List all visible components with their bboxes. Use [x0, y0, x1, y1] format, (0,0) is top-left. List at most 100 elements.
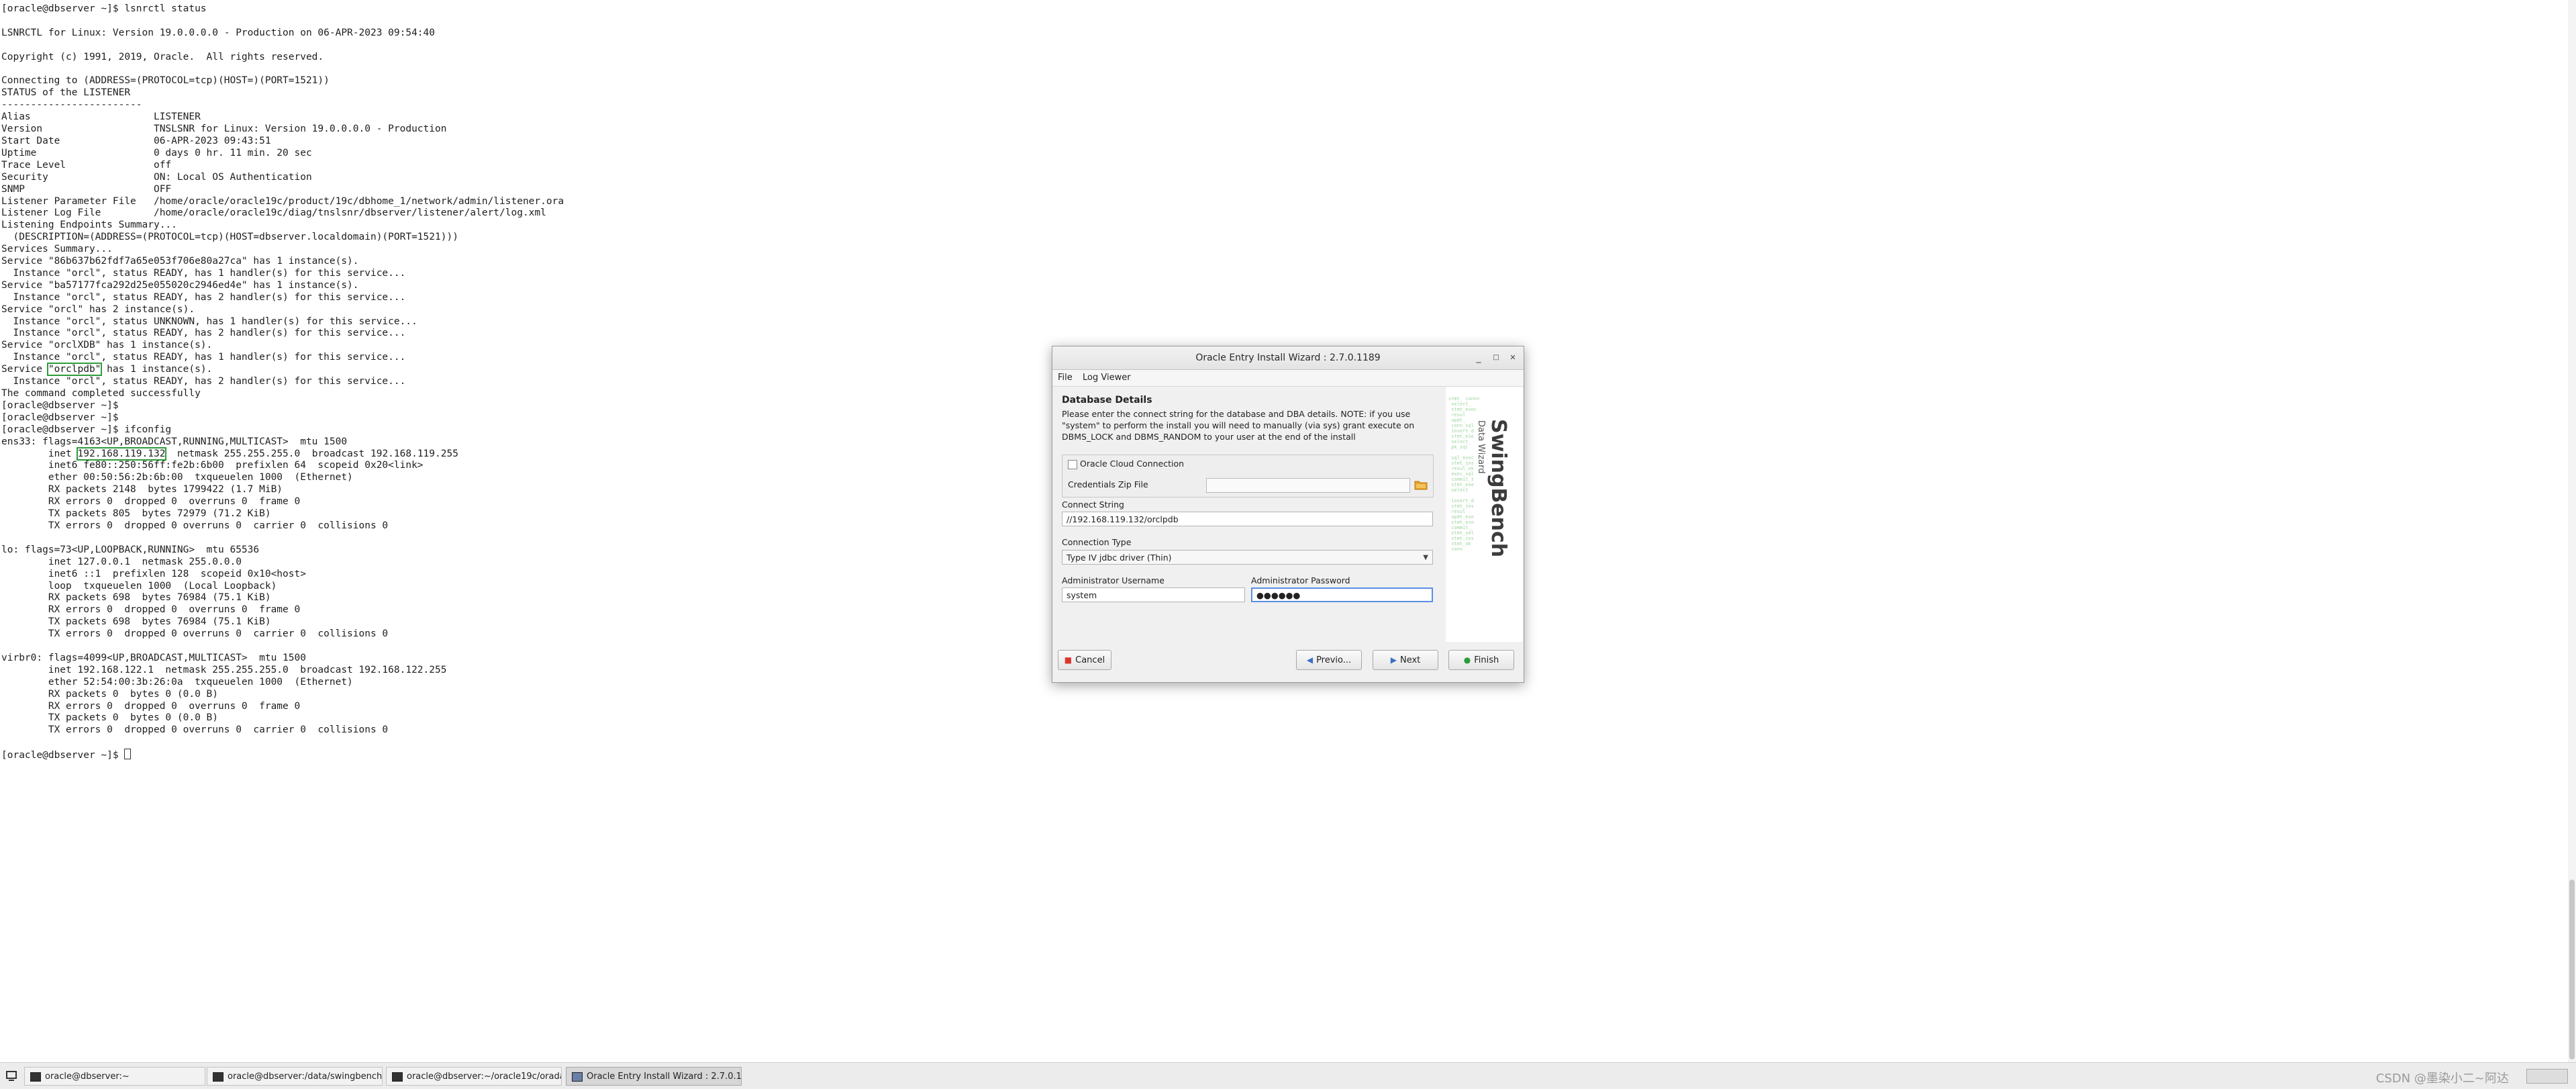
terminal-line: Trace Level off — [1, 159, 172, 171]
terminal-line: Service "orclpdb" has 1 instance(s). — [1, 363, 213, 377]
terminal-line: TX errors 0 dropped 0 overruns 0 carrier… — [1, 724, 389, 736]
terminal-line: virbr0: flags=4099<UP,BROADCAST,MULTICAS… — [1, 652, 306, 663]
terminal-line: Instance "orcl", status READY, has 2 han… — [1, 291, 406, 303]
finish-button[interactable]: ● Finish — [1448, 650, 1514, 670]
terminal-icon — [30, 1072, 41, 1082]
finish-label: Finish — [1474, 655, 1499, 665]
maximize-icon[interactable]: □ — [1489, 351, 1503, 365]
terminal-line: RX errors 0 dropped 0 overruns 0 frame 0 — [1, 604, 301, 616]
forward-arrow-icon: ▶ — [1390, 655, 1397, 665]
terminal-line: [oracle@dbserver ~]$ lsnrctl status — [1, 3, 207, 14]
previous-label: Previo... — [1316, 655, 1352, 665]
terminal-line: Version TNSLSNR for Linux: Version 19.0.… — [1, 124, 447, 135]
terminal-line: [oracle@dbserver ~]$ — [1, 412, 119, 423]
highlight-box: 192.168.119.132 — [76, 446, 167, 461]
terminal-line: STATUS of the LISTENER — [1, 87, 131, 99]
finish-icon: ● — [1463, 655, 1471, 665]
terminal-line: (DESCRIPTION=(ADDRESS=(PROTOCOL=tcp)(HOS… — [1, 232, 458, 243]
terminal-scrollbar[interactable] — [2568, 0, 2576, 1062]
dialog-menubar: File Log Viewer — [1052, 370, 1524, 387]
next-button[interactable]: ▶ Next — [1373, 650, 1438, 670]
terminal-line: Security ON: Local OS Authentication — [1, 171, 312, 183]
credentials-zip-input[interactable] — [1206, 478, 1410, 493]
next-label: Next — [1399, 655, 1421, 665]
connect-string-input[interactable]: //192.168.119.132/orclpdb — [1062, 512, 1433, 526]
terminal-line: Services Summary... — [1, 244, 113, 255]
terminal-line: [oracle@dbserver ~]$ — [1, 750, 125, 761]
terminal-line: TX packets 0 bytes 0 (0.0 B) — [1, 712, 219, 724]
dialog-content: Database Details Please enter the connec… — [1052, 387, 1446, 642]
connection-type-value: Type IV jdbc driver (Thin) — [1067, 553, 1172, 563]
terminal-line: inet6 fe80::250:56ff:fe2b:6b00 prefixlen… — [1, 460, 424, 471]
menu-log-viewer[interactable]: Log Viewer — [1083, 373, 1131, 383]
dialog-footer: ■ Cancel ◀ Previo... ▶ Next ● Finish — [1052, 643, 1524, 682]
menu-file[interactable]: File — [1058, 373, 1073, 383]
terminal-line: ens33: flags=4163<UP,BROADCAST,RUNNING,M… — [1, 436, 348, 447]
dialog-titlebar[interactable]: Oracle Entry Install Wizard : 2.7.0.1189… — [1052, 346, 1524, 370]
terminal-cursor — [124, 749, 132, 760]
terminal-scrollbar-thumb[interactable] — [2569, 880, 2575, 1059]
taskbar-item-install-wizard[interactable]: Oracle Entry Install Wizard : 2.7.0.1... — [566, 1067, 742, 1086]
back-arrow-icon: ◀ — [1306, 655, 1314, 665]
admin-username-input[interactable]: system — [1062, 587, 1245, 602]
taskbar-item-label: oracle@dbserver:~ — [45, 1072, 130, 1082]
taskbar-item-terminal-swingbench[interactable]: oracle@dbserver:/data/swingbench/... — [207, 1067, 383, 1086]
cancel-button[interactable]: ■ Cancel — [1058, 650, 1111, 670]
show-desktop-icon[interactable] — [5, 1070, 17, 1082]
swingbench-banner: stmt_ conn= select_ stmt_exec resul updt… — [1446, 387, 1523, 642]
terminal-line: Instance "orcl", status READY, has 2 han… — [1, 328, 406, 339]
workspace-pager[interactable] — [2526, 1069, 2568, 1084]
cloud-connection-label: Oracle Cloud Connection — [1080, 459, 1185, 469]
terminal-line: LSNRCTL for Linux: Version 19.0.0.0.0 - … — [1, 27, 436, 38]
minimize-icon[interactable]: _ — [1472, 351, 1485, 365]
terminal-line: TX errors 0 dropped 0 overruns 0 carrier… — [1, 628, 389, 640]
highlight-box: "orclpdb" — [46, 363, 103, 377]
terminal-line: [oracle@dbserver ~]$ ifconfig — [1, 424, 172, 435]
terminal-line: Listener Log File /home/oracle/oracle19c… — [1, 207, 546, 219]
section-description: Please enter the connect string for the … — [1062, 409, 1415, 442]
terminal-line: Service "orclXDB" has 1 instance(s). — [1, 340, 213, 351]
close-icon[interactable]: ✕ — [1506, 351, 1520, 365]
terminal-line: RX packets 698 bytes 76984 (75.1 KiB) — [1, 592, 271, 604]
terminal-icon — [392, 1072, 403, 1082]
terminal-line: The command completed successfully — [1, 388, 201, 399]
terminal-line: Instance "orcl", status UNKNOWN, has 1 h… — [1, 316, 417, 327]
terminal-line: Uptime 0 days 0 hr. 11 min. 20 sec — [1, 147, 312, 158]
terminal-line: inet 192.168.122.1 netmask 255.255.255.0… — [1, 664, 447, 675]
terminal-line: loop txqueuelen 1000 (Local Loopback) — [1, 580, 277, 591]
terminal-line: [oracle@dbserver ~]$ — [1, 399, 119, 411]
terminal-line: ------------------------ — [1, 99, 142, 111]
chevron-down-icon: ▼ — [1423, 554, 1428, 561]
terminal-line: Service "86b637b62fdf7a65e053f706e80a27c… — [1, 256, 359, 267]
connection-type-label: Connection Type — [1062, 537, 1132, 547]
terminal-line: Copyright (c) 1991, 2019, Oracle. All ri… — [1, 51, 324, 62]
cloud-connection-group: Oracle Cloud Connection Credentials Zip … — [1062, 455, 1434, 498]
terminal-line: Listener Parameter File /home/oracle/ora… — [1, 195, 564, 207]
banner-brand: SwingBench — [1487, 419, 1510, 558]
terminal-line: Start Date 06-APR-2023 09:43:51 — [1, 135, 271, 146]
cloud-connection-checkbox[interactable] — [1068, 460, 1077, 469]
terminal-line: SNMP OFF — [1, 183, 172, 195]
connect-string-label: Connect String — [1062, 500, 1124, 510]
connection-type-select[interactable]: Type IV jdbc driver (Thin) ▼ — [1062, 550, 1433, 565]
terminal-line: TX errors 0 dropped 0 overruns 0 carrier… — [1, 520, 389, 531]
terminal-line: Instance "orcl", status READY, has 1 han… — [1, 267, 406, 279]
folder-icon[interactable] — [1414, 479, 1428, 491]
terminal-line: Listening Endpoints Summary... — [1, 220, 177, 231]
taskbar-item-terminal-oracle19c[interactable]: oracle@dbserver:~/oracle19c/orada... — [386, 1067, 562, 1086]
admin-username-label: Administrator Username — [1062, 575, 1165, 585]
dialog-title: Oracle Entry Install Wizard : 2.7.0.1189 — [1195, 352, 1381, 363]
admin-password-input[interactable]: ●●●●●● — [1251, 587, 1433, 602]
terminal-line: inet 192.168.119.132 netmask 255.255.255… — [1, 446, 458, 461]
terminal-line: TX packets 805 bytes 72979 (71.2 KiB) — [1, 508, 271, 520]
terminal-line: RX packets 2148 bytes 1799422 (1.7 MiB) — [1, 484, 283, 495]
terminal-line: RX packets 0 bytes 0 (0.0 B) — [1, 688, 219, 700]
taskbar-item-terminal-home[interactable]: oracle@dbserver:~ — [24, 1067, 205, 1086]
section-title: Database Details — [1062, 395, 1152, 406]
java-app-icon — [572, 1072, 583, 1082]
terminal-line: Instance "orcl", status READY, has 1 han… — [1, 352, 406, 363]
credentials-zip-label: Credentials Zip File — [1068, 479, 1148, 489]
taskbar: oracle@dbserver:~ oracle@dbserver:/data/… — [0, 1062, 2576, 1089]
terminal-line: Service "ba57177fca292d25e055020c2946ed4… — [1, 279, 359, 291]
previous-button[interactable]: ◀ Previo... — [1296, 650, 1362, 670]
